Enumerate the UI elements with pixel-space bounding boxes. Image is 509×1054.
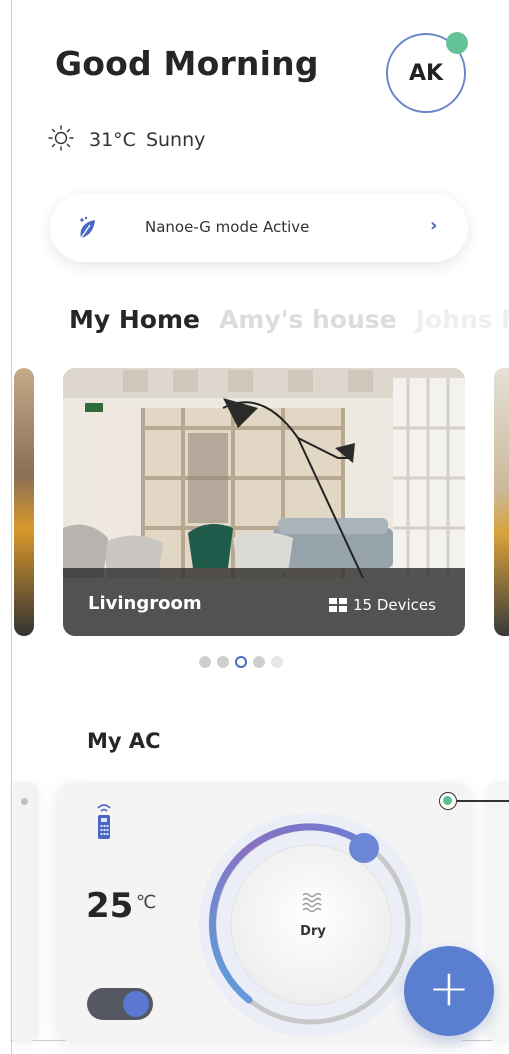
room-device-count: 15 Devices — [329, 596, 436, 614]
page-dot[interactable] — [199, 656, 211, 668]
carousel-pagination — [199, 656, 283, 668]
greeting-title: Good Morning — [55, 44, 319, 83]
page-dot[interactable] — [271, 656, 283, 668]
room-card-livingroom[interactable]: Livingroom 15 Devices — [63, 368, 465, 636]
weather-temperature: 31°C — [89, 129, 136, 151]
page-dot-active[interactable] — [235, 656, 247, 668]
ac-temperature-unit: ℃ — [136, 892, 157, 913]
tab-amys-house[interactable]: Amy's house — [219, 305, 397, 334]
room-name: Livingroom — [88, 593, 202, 614]
ac-temperature: 25 — [86, 886, 134, 926]
dry-wave-icon — [302, 892, 322, 913]
dial-handle — [349, 833, 379, 863]
ac-mode-label: Dry — [300, 924, 326, 939]
remote-icon — [97, 804, 111, 839]
tab-johns-house[interactable]: Johns h — [416, 305, 509, 334]
page-dot[interactable] — [253, 656, 265, 668]
frame-left-border — [11, 0, 12, 1054]
section-title-my-ac: My AC — [87, 729, 161, 753]
status-leader-line — [457, 800, 509, 802]
room-card-previous[interactable] — [14, 368, 34, 636]
ac-card-previous[interactable] — [13, 782, 39, 1042]
leaf-icon — [80, 216, 95, 239]
sun-icon — [47, 124, 75, 156]
devices-label: 15 Devices — [353, 596, 436, 614]
chevron-right-icon: › — [430, 215, 438, 236]
tab-my-home[interactable]: My Home — [69, 305, 200, 334]
page-dot[interactable] — [217, 656, 229, 668]
grid-icon — [329, 598, 347, 612]
online-status-dot — [446, 32, 468, 54]
add-button[interactable]: + — [404, 946, 494, 1036]
ac-power-toggle[interactable] — [87, 988, 153, 1020]
mode-banner-text: Nanoe-G mode Active — [145, 218, 310, 236]
room-card-next[interactable] — [494, 368, 509, 636]
nanoe-mode-banner[interactable]: Nanoe-G mode Active › — [50, 194, 468, 262]
ac-status-indicator — [439, 792, 457, 810]
home-tabs: My Home Amy's house Johns h — [69, 305, 509, 334]
weather-summary: 31°C Sunny — [47, 124, 205, 156]
plus-icon: + — [428, 959, 470, 1017]
toggle-knob — [123, 991, 149, 1017]
weather-condition: Sunny — [145, 129, 206, 151]
